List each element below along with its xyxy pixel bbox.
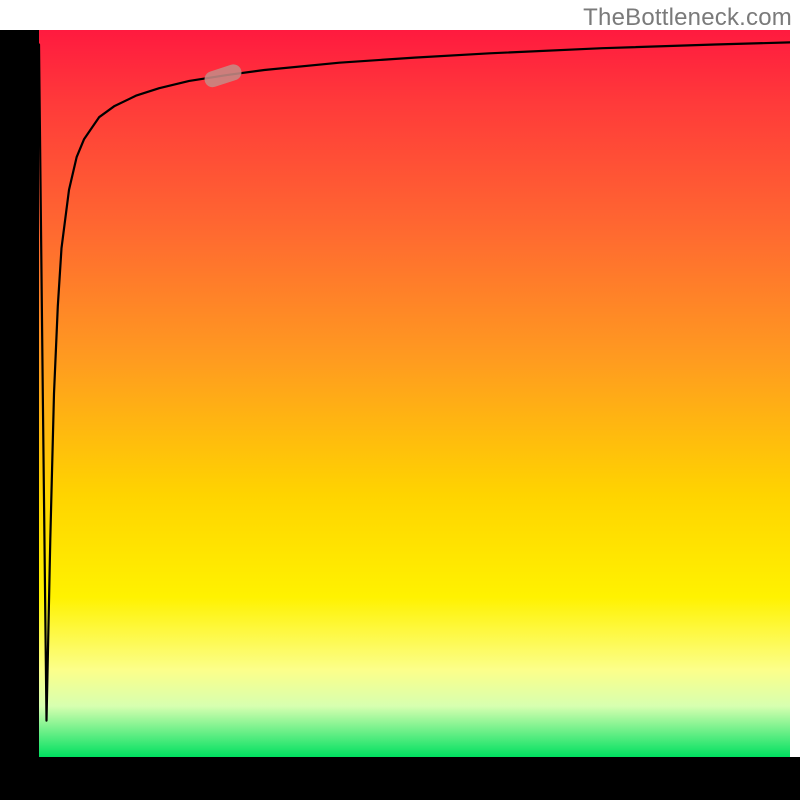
curve-marker [202,62,243,89]
x-axis-bar [0,757,800,800]
curve-layer [39,30,790,757]
bottleneck-curve [39,42,790,720]
y-axis-bar [0,30,39,757]
plot-wrap [0,0,800,800]
watermark-text: TheBottleneck.com [583,4,792,32]
